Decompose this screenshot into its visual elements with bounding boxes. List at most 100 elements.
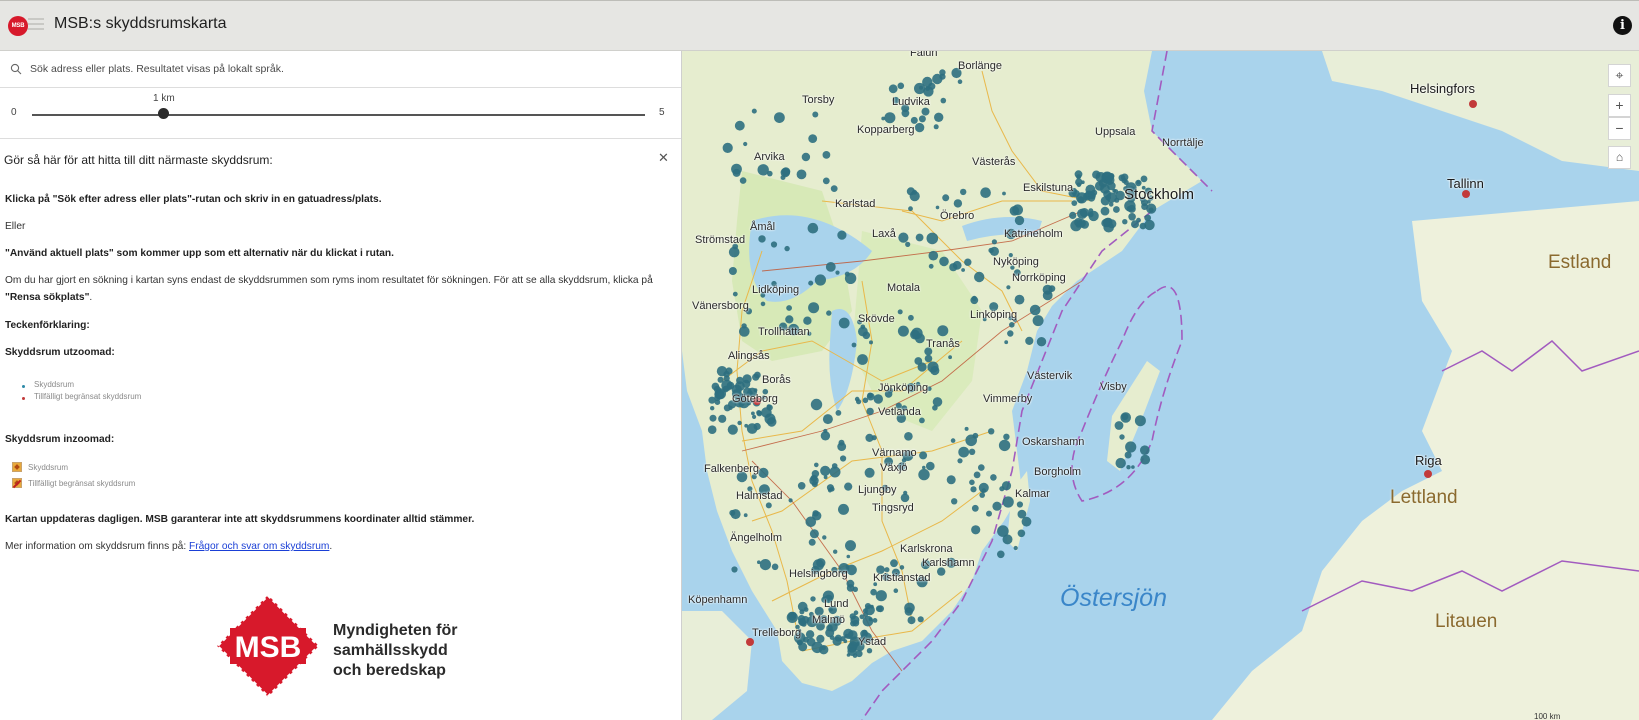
shelter-marker[interactable] [837, 230, 847, 240]
shelter-marker[interactable] [822, 177, 830, 185]
shelter-marker[interactable] [770, 241, 778, 248]
search-input[interactable] [30, 59, 670, 79]
shelter-marker[interactable] [810, 596, 816, 602]
shelter-marker[interactable] [1096, 172, 1101, 177]
shelter-marker[interactable] [904, 607, 913, 616]
shelter-marker[interactable] [714, 399, 721, 406]
shelter-marker[interactable] [953, 199, 963, 208]
shelter-marker[interactable] [723, 404, 731, 412]
shelter-marker[interactable] [744, 423, 749, 428]
shelter-marker[interactable] [811, 481, 818, 488]
shelter-marker[interactable] [759, 559, 771, 571]
shelter-marker[interactable] [1087, 211, 1094, 218]
shelter-marker[interactable] [1125, 441, 1137, 453]
shelter-marker[interactable] [884, 112, 896, 124]
shelter-marker[interactable] [899, 565, 905, 570]
shelter-marker[interactable] [981, 488, 987, 493]
shelter-marker[interactable] [796, 169, 807, 180]
shelter-marker[interactable] [1100, 206, 1110, 216]
shelter-marker[interactable] [856, 399, 862, 405]
shelter-marker[interactable] [838, 503, 849, 515]
shelter-marker[interactable] [761, 407, 772, 418]
shelter-marker[interactable] [1128, 213, 1136, 221]
shelter-marker[interactable] [1002, 496, 1014, 508]
shelter-marker[interactable] [1069, 211, 1077, 219]
shelter-marker[interactable] [716, 388, 721, 393]
shelter-marker[interactable] [857, 354, 868, 365]
shelter-marker[interactable] [926, 232, 939, 245]
shelter-marker[interactable] [911, 327, 923, 339]
shelter-marker[interactable] [751, 411, 755, 416]
shelter-marker[interactable] [918, 115, 926, 123]
shelter-marker[interactable] [1126, 465, 1131, 470]
shelter-marker[interactable] [1003, 433, 1010, 440]
shelter-marker[interactable] [915, 233, 924, 242]
shelter-marker[interactable] [830, 185, 838, 193]
shelter-marker[interactable] [1134, 415, 1146, 427]
shelter-marker[interactable] [1140, 175, 1148, 183]
shelter-marker[interactable] [858, 326, 868, 337]
shelter-marker[interactable] [908, 206, 913, 212]
shelter-marker[interactable] [722, 142, 733, 153]
shelter-marker[interactable] [897, 309, 903, 315]
shelter-marker[interactable] [1131, 465, 1135, 469]
shelter-marker[interactable] [957, 458, 963, 464]
shelter-marker[interactable] [934, 112, 944, 122]
shelter-marker[interactable] [863, 611, 869, 617]
shelter-marker[interactable] [840, 455, 847, 462]
shelter-marker[interactable] [910, 116, 918, 124]
shelter-marker[interactable] [946, 475, 956, 485]
shelter-marker[interactable] [786, 305, 792, 311]
menu-icon[interactable] [28, 18, 44, 34]
shelter-marker[interactable] [914, 357, 923, 365]
shelter-marker[interactable] [807, 222, 819, 234]
shelter-marker[interactable] [948, 355, 952, 360]
shelter-marker[interactable] [897, 82, 905, 90]
shelter-marker[interactable] [964, 426, 969, 431]
shelter-marker[interactable] [746, 423, 758, 434]
shelter-marker[interactable] [756, 410, 762, 416]
shelter-marker[interactable] [796, 639, 803, 646]
shelter-marker[interactable] [999, 486, 1005, 492]
shelter-marker[interactable] [1141, 203, 1148, 211]
shelter-marker[interactable] [728, 246, 740, 258]
shelter-marker[interactable] [819, 645, 829, 655]
shelter-marker[interactable] [907, 616, 916, 625]
shelter-marker[interactable] [1077, 196, 1085, 204]
shelter-marker[interactable] [1100, 196, 1110, 206]
shelter-marker[interactable] [1042, 290, 1053, 301]
shelter-marker[interactable] [801, 152, 811, 162]
shelter-marker[interactable] [919, 417, 925, 424]
shelter-marker[interactable] [939, 73, 946, 80]
shelter-marker[interactable] [1016, 501, 1023, 508]
shelter-marker[interactable] [812, 510, 819, 517]
shelter-marker[interactable] [897, 325, 909, 337]
shelter-marker[interactable] [979, 492, 985, 498]
shelter-marker[interactable] [822, 535, 827, 540]
shelter-marker[interactable] [1017, 509, 1027, 519]
shelter-marker[interactable] [803, 607, 809, 612]
shelter-marker[interactable] [820, 465, 831, 476]
shelter-marker[interactable] [814, 462, 819, 468]
shelter-marker[interactable] [771, 563, 779, 571]
shelter-marker[interactable] [844, 482, 853, 491]
shelter-marker[interactable] [924, 354, 933, 363]
shelter-marker[interactable] [743, 141, 748, 147]
shelter-marker[interactable] [968, 448, 976, 455]
shelter-marker[interactable] [873, 394, 883, 404]
shelter-marker[interactable] [844, 633, 849, 638]
shelter-marker[interactable] [898, 232, 909, 243]
shelter-marker[interactable] [785, 315, 794, 324]
shelter-marker[interactable] [1009, 322, 1015, 328]
shelter-marker[interactable] [1014, 215, 1025, 226]
shelter-marker[interactable] [970, 296, 979, 305]
shelter-marker[interactable] [922, 465, 926, 470]
shelter-marker[interactable] [758, 235, 766, 243]
shelter-marker[interactable] [721, 379, 733, 391]
shelter-marker[interactable] [1139, 222, 1147, 230]
shelter-marker[interactable] [958, 446, 970, 458]
shelter-marker[interactable] [990, 474, 997, 481]
shelter-marker[interactable] [1014, 294, 1025, 305]
shelter-marker[interactable] [838, 439, 845, 446]
shelter-marker[interactable] [986, 510, 992, 517]
